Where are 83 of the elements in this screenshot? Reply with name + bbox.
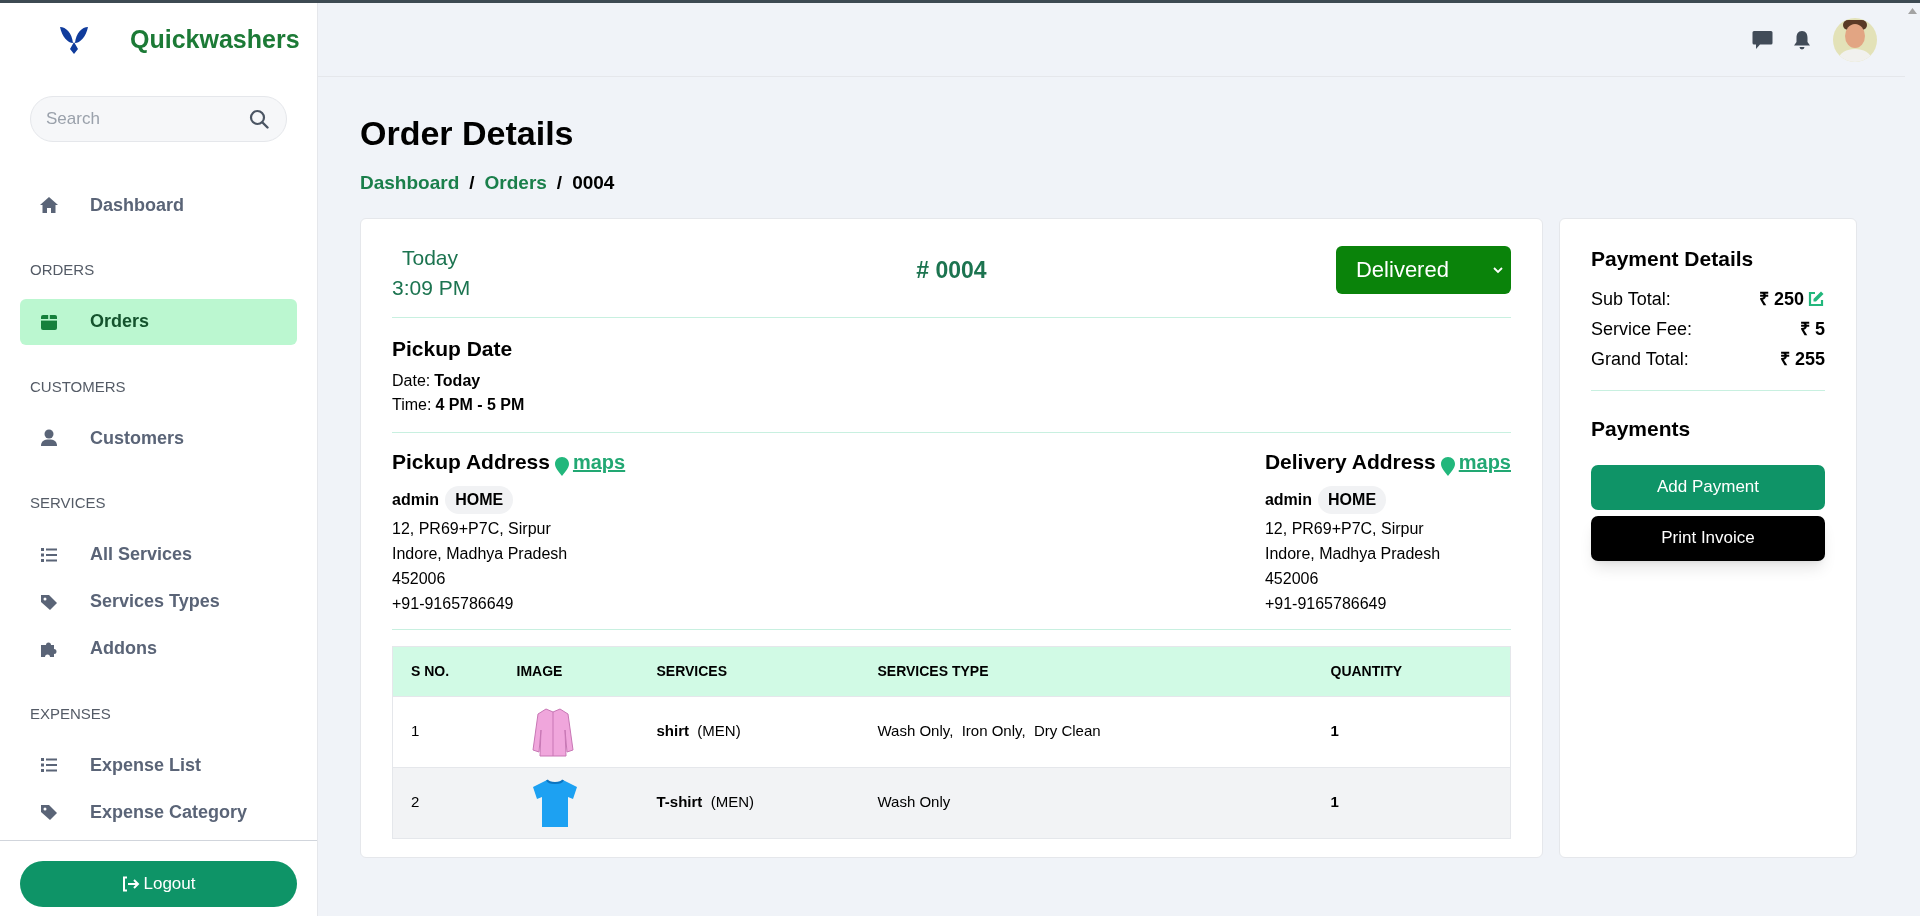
table-cell: 2 <box>392 767 517 838</box>
sidebar-item[interactable]: All Services <box>20 531 297 578</box>
field-value: 4 PM - 5 PM <box>435 395 525 415</box>
field-value: Today <box>434 371 481 391</box>
section-title: Pickup Date <box>392 335 514 362</box>
order-number: # 0004 <box>916 255 987 285</box>
table-cell: shirt (MEN) <box>656 696 878 767</box>
field-label: Time: <box>392 395 432 415</box>
logo-icon <box>58 25 90 55</box>
section-heading: EXPENSES <box>29 703 112 724</box>
sidebar-item[interactable]: Dashboard <box>20 182 297 228</box>
column-header: SERVICES <box>656 646 878 696</box>
section-title: Payment Details <box>1591 245 1755 272</box>
section-heading: ORDERS <box>29 260 96 280</box>
chat-icon[interactable] <box>1752 29 1773 50</box>
address-line: 12, PR69+P7C, Sirpur <box>392 518 552 539</box>
shirt-icon <box>530 705 575 758</box>
list-icon <box>39 755 59 775</box>
search-field[interactable]: Search <box>30 96 287 142</box>
brand-name: Quickwashers <box>130 24 300 56</box>
column-header: SERVICES TYPE <box>877 646 1331 696</box>
address-tag: HOME <box>445 485 514 514</box>
maps-link[interactable]: maps <box>553 446 626 477</box>
contact-name: admin <box>392 489 440 510</box>
address-line: 12, PR69+P7C, Sirpur <box>1264 518 1425 539</box>
sidebar-item[interactable]: Expense List <box>20 742 297 788</box>
table-cell: 1 <box>392 696 517 767</box>
payment-label: Service Fee: <box>1591 318 1693 341</box>
payment-amount: ₹ 5 <box>1800 318 1825 341</box>
address-line: +91-9165786649 <box>392 593 515 614</box>
payment-amount: ₹ 255 <box>1779 348 1825 371</box>
table-cell: 1 <box>1330 696 1511 767</box>
breadcrumb-separator: / <box>469 171 475 195</box>
section-title: Payments <box>1591 416 1692 442</box>
contact-name: admin <box>1264 489 1313 510</box>
chevron-down-icon <box>1493 265 1503 274</box>
print-invoice-button[interactable]: Print Invoice <box>1591 515 1825 561</box>
address-tag: HOME <box>1318 485 1387 514</box>
order-day: Today <box>392 242 692 273</box>
section-heading: SERVICES <box>29 493 107 513</box>
user-icon <box>39 428 59 448</box>
column-header: QUANTITY <box>1330 646 1511 696</box>
sidebar-item[interactable]: Customers <box>20 415 297 461</box>
map-pin-icon <box>553 455 570 477</box>
search-icon <box>249 109 269 129</box>
field-label: Date: <box>392 371 431 391</box>
add-payment-button[interactable]: Add Payment <box>1591 464 1825 510</box>
section-title: Delivery Address <box>1264 449 1436 475</box>
logout-icon <box>121 876 140 892</box>
payment-amount: ₹ 250 <box>1758 288 1804 311</box>
status-dropdown[interactable]: Delivered <box>1336 245 1511 294</box>
page-title: Order Details <box>360 113 575 154</box>
table-cell: Wash Only <box>877 767 1331 838</box>
table-cell: 1 <box>1330 767 1511 838</box>
breadcrumb-current: 0004 <box>572 171 615 195</box>
address-line: Indore, Madhya Pradesh <box>392 543 569 564</box>
payment-label: Sub Total: <box>1591 288 1671 311</box>
breadcrumb-separator: / <box>556 171 563 195</box>
edit-icon[interactable] <box>1807 290 1825 308</box>
tag-icon <box>39 802 59 822</box>
sidebar-item[interactable]: Addons <box>20 625 297 672</box>
map-pin-icon <box>1439 455 1456 477</box>
breadcrumb-link[interactable]: Dashboard <box>360 169 460 198</box>
address-line: 452006 <box>392 568 447 589</box>
logout-button[interactable]: Logout <box>20 861 297 907</box>
address-line: +91-9165786649 <box>1264 593 1388 614</box>
column-header: S NO. <box>392 646 517 696</box>
breadcrumb-link[interactable]: Orders <box>484 169 547 198</box>
payment-label: Grand Total: <box>1591 348 1689 371</box>
home-icon <box>39 195 59 215</box>
table-cell: T-shirt (MEN) <box>656 767 878 838</box>
order-time: 3:09 PM <box>392 274 472 301</box>
table-cell: Wash Only, Iron Only, Dry Clean <box>877 696 1331 767</box>
sidebar-item[interactable]: Services Types <box>20 578 297 625</box>
section-heading: CUSTOMERS <box>29 376 127 397</box>
address-line: 452006 <box>1264 568 1320 589</box>
address-line: Indore, Madhya Pradesh <box>1264 543 1442 564</box>
sidebar-item[interactable]: Expense Category <box>20 789 297 835</box>
bell-icon[interactable] <box>1793 29 1811 50</box>
maps-link[interactable]: maps <box>1439 446 1511 477</box>
section-title: Pickup Address <box>392 449 550 475</box>
column-header: IMAGE <box>516 646 657 696</box>
sidebar-item[interactable]: Orders <box>20 298 297 345</box>
